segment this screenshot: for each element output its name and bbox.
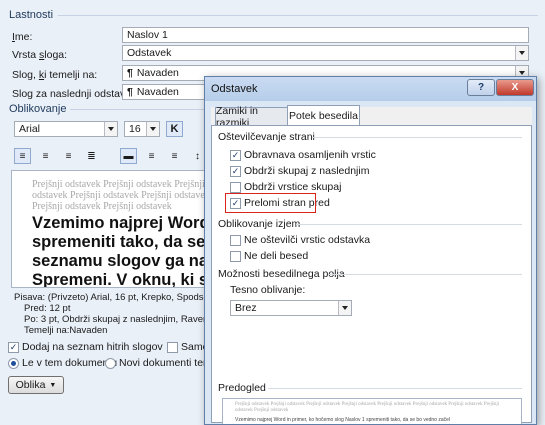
textbox-section-title: Možnosti besedilnega polja xyxy=(218,268,345,280)
paragraph-mark-icon: ¶ xyxy=(127,67,133,79)
dialog-title: Odstavek xyxy=(211,83,258,95)
suppress-line-numbers-label: Ne oštevilči vrstic odstavka xyxy=(244,234,371,246)
tab-line-page-breaks[interactable]: Potek besedila xyxy=(287,105,360,125)
single-spacing-icon[interactable]: ▬ xyxy=(120,148,137,164)
preview-current-paragraph: Vzemimo najprej Word in primer, ko hočem… xyxy=(235,417,451,423)
tight-wrap-label: Tesno oblivanje: xyxy=(230,284,306,296)
new-documents-label: Novi dokumenti temelji xyxy=(119,357,205,369)
auto-update-checkbox[interactable] xyxy=(167,342,178,353)
preview-line: seznamu slogov ga najp xyxy=(32,252,207,270)
add-to-quick-styles-label: Dodaj na seznam hitrih slogov xyxy=(22,341,163,353)
only-this-document-radio[interactable] xyxy=(8,358,19,369)
keep-lines-together-checkbox[interactable] xyxy=(230,182,241,193)
chevron-down-icon: ▼ xyxy=(49,381,57,389)
font-size-select[interactable]: 16 xyxy=(124,121,160,137)
next-style-value: Navaden xyxy=(136,86,179,98)
divider xyxy=(296,224,522,225)
style-type-label: Vrsta sloga: xyxy=(12,49,68,61)
tight-wrap-select[interactable]: Brez xyxy=(230,300,352,316)
align-center-icon[interactable]: ≡ xyxy=(37,148,54,164)
based-on-value: Navaden xyxy=(136,67,179,79)
next-style-label: Slog za naslednji odstavek: xyxy=(12,88,140,100)
tab-indents-spacing[interactable]: Zamiki in razmiki xyxy=(215,105,288,129)
style-description-line: Po: 3 pt, Obdrži skupaj z naslednjim, Ra… xyxy=(24,314,204,325)
name-input[interactable]: Naslov 1 xyxy=(122,27,529,43)
tight-wrap-value: Brez xyxy=(235,302,257,314)
tab-label: Potek besedila xyxy=(289,109,358,122)
style-description-line: Pred: 12 pt xyxy=(24,303,71,314)
keep-with-next-label: Obdrži skupaj z naslednjim xyxy=(244,165,370,177)
keep-lines-together-label: Obdrži vrstice skupaj xyxy=(244,181,342,193)
dont-hyphenate-label: Ne deli besed xyxy=(244,250,309,262)
preview-previous-paragraph: Prejšnji odstavek Prejšnji odstavek Prej… xyxy=(235,402,500,413)
chevron-down-icon[interactable] xyxy=(146,122,159,136)
dialog-body: Zamiki in razmiki Potek besedila Oštevil… xyxy=(211,105,532,424)
help-button[interactable]: ? xyxy=(467,79,495,96)
preview-line: Spremeni. V oknu, ki se xyxy=(32,271,207,288)
preview-section-title: Predogled xyxy=(218,382,266,394)
close-button[interactable]: X xyxy=(496,79,534,96)
style-type-value: Odstavek xyxy=(127,47,172,59)
paragraph-preview: Prejšnji odstavek Prejšnji odstavek Prej… xyxy=(222,398,522,424)
line-spacing-icon[interactable]: ≡ xyxy=(143,148,160,164)
preview-line: spremeniti tako, da se b xyxy=(32,233,207,251)
style-description-line: Temelji na:Navaden xyxy=(24,325,108,336)
auto-update-label: Samodejno po xyxy=(181,341,205,353)
format-button[interactable]: Oblika ▼ xyxy=(8,376,64,394)
style-type-select[interactable]: Odstavek xyxy=(122,45,529,61)
divider xyxy=(312,137,522,138)
highlight-box xyxy=(225,193,316,213)
divider xyxy=(70,109,210,110)
format-button-label: Oblika xyxy=(15,379,46,391)
new-documents-radio[interactable] xyxy=(105,358,116,369)
bold-button[interactable]: K xyxy=(166,121,183,137)
exceptions-section-title: Oblikovanje izjem xyxy=(218,218,301,230)
style-description-line: Pisava: (Privzeto) Arial, 16 pt, Krepko,… xyxy=(14,292,204,303)
chevron-down-icon[interactable] xyxy=(104,122,117,136)
font-name-value: Arial xyxy=(19,123,41,135)
dont-hyphenate-checkbox[interactable] xyxy=(230,251,241,262)
widow-control-checkbox[interactable]: ✓ xyxy=(230,150,241,161)
properties-group-title: Lastnosti xyxy=(9,9,54,21)
based-on-label: Slog, ki temelji na: xyxy=(12,69,98,81)
suppress-line-numbers-checkbox[interactable] xyxy=(230,235,241,246)
chevron-down-icon[interactable] xyxy=(338,301,351,315)
name-label: Ime: xyxy=(12,31,33,43)
paragraph-mark-icon: ¶ xyxy=(127,86,133,98)
divider xyxy=(58,15,538,16)
only-this-document-label: Le v tem dokumentu xyxy=(22,357,118,369)
pagination-section-title: Oštevilčevanje strani xyxy=(218,131,315,143)
formatting-group-title: Oblikovanje xyxy=(9,103,67,115)
divider xyxy=(328,274,522,275)
font-name-select[interactable]: Arial xyxy=(14,121,118,137)
align-left-icon[interactable]: ≡ xyxy=(14,148,31,164)
paragraph-dialog: Odstavek ? X Zamiki in razmiki Potek bes… xyxy=(204,76,537,425)
divider xyxy=(268,388,522,389)
keep-with-next-checkbox[interactable]: ✓ xyxy=(230,166,241,177)
font-size-value: 16 xyxy=(129,123,141,135)
justify-icon[interactable]: ≣ xyxy=(83,148,100,164)
align-right-icon[interactable]: ≡ xyxy=(60,148,77,164)
chevron-down-icon[interactable] xyxy=(515,46,528,60)
add-to-quick-styles-checkbox[interactable]: ✓ xyxy=(8,342,19,353)
double-spacing-icon[interactable]: ≡ xyxy=(166,148,183,164)
widow-control-label: Obravnava osamljenih vrstic xyxy=(244,149,376,161)
style-preview: Prejšnji odstavek Prejšnji odstavek Prej… xyxy=(11,170,207,288)
preview-previous-paragraph: Prejšnji odstavek Prejšnji odstavek Prej… xyxy=(32,179,207,212)
tab-panel: Oštevilčevanje strani ✓ Obravnava osamlj… xyxy=(211,125,532,424)
preview-line: Vzemimo najprej Word xyxy=(32,214,207,232)
italic-button[interactable] xyxy=(186,121,203,137)
